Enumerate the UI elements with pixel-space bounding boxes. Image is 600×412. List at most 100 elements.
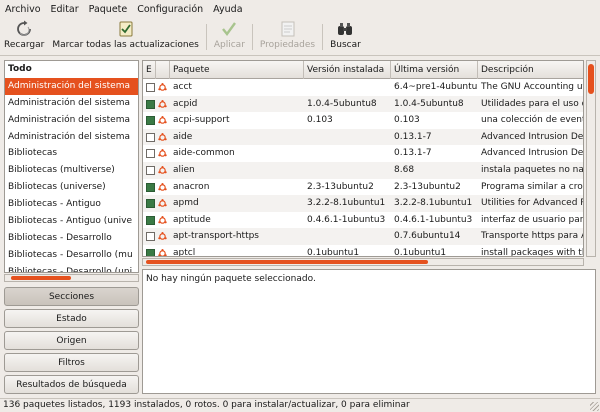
sections-list[interactable]: Todo Administración del sistema Administ… — [4, 60, 139, 273]
installed-version: 0.1ubuntu1 — [307, 248, 360, 257]
list-item[interactable]: Administración del sistema — [5, 129, 138, 146]
package-status-checkbox[interactable] — [146, 215, 155, 225]
column-package[interactable]: Paquete — [170, 61, 304, 79]
search-results-button[interactable]: Resultados de búsqueda — [4, 375, 139, 394]
ubuntu-support-icon — [158, 215, 167, 224]
apply-check-icon — [222, 22, 237, 36]
column-latest-version[interactable]: Última versión — [391, 61, 478, 79]
list-item[interactable]: Administración del sistema — [5, 77, 138, 95]
package-name: aide — [173, 131, 193, 142]
ubuntu-support-icon — [158, 249, 167, 256]
ubuntu-support-icon — [158, 199, 167, 207]
properties-button[interactable]: Propiedades — [256, 18, 319, 55]
table-row[interactable]: anacron 2.3-13ubuntu2 2.3-13ubuntu2 Program… — [143, 179, 583, 196]
package-status-checkbox[interactable] — [146, 199, 155, 209]
package-status-checkbox[interactable] — [146, 182, 155, 192]
properties-icon — [281, 21, 294, 37]
menu-configuracion[interactable]: Configuración — [132, 0, 208, 19]
latest-version: 0.1ubuntu1 — [394, 248, 447, 257]
package-name: aide-common — [173, 148, 235, 159]
latest-version: 1.0.4-5ubuntu8 — [394, 98, 464, 109]
package-status-checkbox[interactable] — [146, 83, 155, 92]
menu-editar[interactable]: Editar — [46, 0, 84, 19]
apply-button[interactable]: Aplicar — [210, 18, 249, 55]
search-button[interactable]: Buscar — [326, 18, 365, 55]
details-text: No hay ningún paquete seleccionado. — [146, 274, 316, 284]
list-item[interactable]: Bibliotecas - Desarrollo — [5, 230, 138, 247]
package-description: install packages with the — [481, 248, 584, 257]
table-row[interactable]: apt-transport-https 0.7.6ubuntu14 Transpor… — [143, 228, 583, 245]
package-table[interactable]: E Paquete Versión instalada Última versi… — [142, 60, 584, 257]
installed-version: 1.0.4-5ubuntu8 — [307, 98, 377, 109]
package-description: interfaz de usuario para APT — [481, 214, 584, 225]
package-description: The GNU Accounting utilities — [481, 82, 583, 92]
table-vscrollbar[interactable] — [586, 60, 596, 257]
table-row[interactable]: acpid 1.0.4-5ubuntu8 1.0.4-5ubuntu8 Utilida… — [143, 95, 583, 113]
package-name: apmd — [173, 198, 199, 209]
menu-ayuda[interactable]: Ayuda — [208, 0, 247, 19]
package-status-checkbox[interactable] — [146, 232, 155, 242]
package-status-checkbox[interactable] — [146, 149, 155, 159]
package-status-checkbox[interactable] — [146, 166, 155, 175]
list-item[interactable]: Bibliotecas - Desarrollo (uni — [5, 264, 138, 272]
package-description: Advanced Intrusion Detection — [481, 148, 584, 159]
table-hscrollbar[interactable] — [142, 258, 584, 266]
table-row[interactable]: aide 0.13.1-7 Advanced Intrusion Detection — [143, 128, 584, 146]
ubuntu-support-icon — [158, 166, 167, 174]
list-item[interactable]: Administración del sistema — [5, 112, 138, 129]
package-status-checkbox[interactable] — [146, 116, 155, 126]
reload-button[interactable]: Recargar — [0, 18, 48, 55]
menu-paquete[interactable]: Paquete — [84, 0, 133, 19]
resize-grip-icon[interactable] — [590, 402, 599, 411]
origin-filter-button[interactable]: Origen — [4, 331, 139, 350]
package-status-checkbox[interactable] — [146, 99, 155, 109]
menu-archivo[interactable]: Archivo — [0, 0, 46, 19]
ubuntu-support-icon — [158, 232, 167, 241]
column-support[interactable] — [156, 61, 170, 79]
list-item[interactable]: Bibliotecas — [5, 145, 138, 162]
package-description: Advanced Intrusion Detection — [481, 131, 584, 142]
column-status[interactable]: E — [143, 61, 156, 79]
package-description: una colección de eventos ACPI — [481, 115, 583, 126]
status-filter-button[interactable]: Estado — [4, 309, 139, 328]
menubar: Archivo Editar Paquete Configuración Ayu… — [0, 0, 600, 19]
table-vscroll-thumb[interactable] — [588, 64, 594, 94]
table-row[interactable]: aide-common 0.13.1-7 Advanced Intrusion De… — [143, 145, 584, 162]
section-all[interactable]: Todo — [5, 61, 138, 78]
table-row[interactable]: apmd 3.2.2-8.1ubuntu1 3.2.2-8.1ubuntu1 Util… — [143, 195, 583, 212]
binoculars-icon — [338, 23, 353, 35]
table-row[interactable]: alien 8.68 instala paquetes no nativos — [143, 162, 583, 179]
package-status-checkbox[interactable] — [146, 249, 155, 256]
column-installed-version[interactable]: Versión instalada — [304, 61, 391, 79]
mark-updates-icon — [119, 21, 133, 37]
package-description: Utilities for Advanced Power — [481, 198, 583, 209]
ubuntu-support-icon — [158, 182, 167, 191]
table-row[interactable]: aptcl 0.1ubuntu1 0.1ubuntu1 install package… — [143, 245, 584, 257]
reload-label: Recargar — [4, 40, 45, 50]
custom-filters-button[interactable]: Filtros — [4, 353, 139, 372]
latest-version: 0.7.6ubuntu14 — [394, 231, 461, 242]
sections-hscrollbar[interactable] — [4, 274, 139, 282]
list-item[interactable]: Bibliotecas - Antiguo — [5, 196, 138, 213]
ubuntu-support-icon — [158, 149, 167, 158]
table-row[interactable]: acct 6.4~pre1-4ubuntu1 The GNU Accounting … — [143, 79, 583, 96]
table-row[interactable]: acpi-support 0.103 0.103 una colección de e… — [143, 112, 583, 129]
sections-filter-button[interactable]: Secciones — [4, 287, 139, 306]
package-name: anacron — [173, 181, 210, 192]
list-item[interactable]: Bibliotecas (universe) — [5, 179, 138, 196]
mark-all-updates-button[interactable]: Marcar todas las actualizaciones — [48, 18, 203, 55]
installed-version: 2.3-13ubuntu2 — [307, 181, 374, 192]
list-item[interactable]: Administración del sistema — [5, 95, 138, 112]
installed-version — [304, 162, 391, 179]
package-status-checkbox[interactable] — [146, 132, 155, 142]
ubuntu-support-icon — [158, 132, 167, 141]
column-description[interactable]: Descripción — [478, 61, 583, 79]
list-item[interactable]: Bibliotecas (multiverse) — [5, 162, 138, 179]
table-hscroll-thumb[interactable] — [146, 260, 428, 264]
sections-hscroll-thumb[interactable] — [11, 276, 71, 280]
latest-version: 2.3-13ubuntu2 — [394, 181, 461, 192]
list-item[interactable]: Bibliotecas - Antiguo (unive — [5, 213, 138, 230]
list-item[interactable]: Bibliotecas - Desarrollo (mu — [5, 247, 138, 264]
table-row[interactable]: aptitude 0.4.6.1-1ubuntu3 0.4.6.1-1ubuntu3… — [143, 212, 584, 229]
latest-version: 8.68 — [394, 165, 415, 175]
